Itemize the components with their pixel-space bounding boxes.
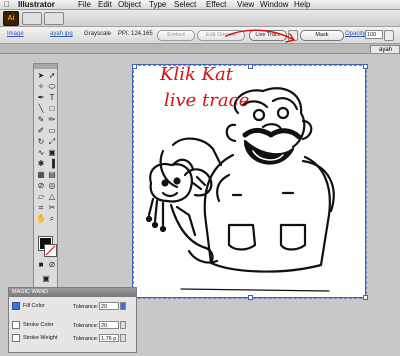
tools-panel-header[interactable] (34, 64, 57, 69)
handwritten-annotation: Klik Kat live trace (159, 29, 296, 111)
color-mode-label: Grayscale (84, 31, 112, 37)
fill-tolerance-label: Tolerance: (73, 304, 99, 310)
direct-selection-tool-icon[interactable]: ➚ (47, 71, 57, 81)
magic-wand-panel: MAGIC WAND Fill Color Tolerance: 20 Stro… (8, 287, 137, 353)
column-graph-tool-icon[interactable]: ▐ (47, 159, 57, 169)
menu-select[interactable]: Select (174, 0, 196, 9)
menu-type[interactable]: Type (149, 0, 166, 9)
slice-tool-icon[interactable]: ✂ (47, 203, 57, 213)
symbol-sprayer-tool-icon[interactable]: ✱ (36, 159, 46, 169)
annotation-line-2: live trace (164, 90, 249, 111)
none-mode-icon[interactable]: ⊘ (47, 260, 57, 270)
mask-button[interactable]: Mask (300, 30, 344, 41)
application-bar: Ai (0, 10, 400, 27)
illustrator-logo-icon: Ai (3, 11, 19, 26)
tools-panel: ➤ ➚ ✧ ⬭ ✒ T ╲ □ ✎ ✏ ✐ ▭ ↻ ⤢ ∿ ▣ ✱ ▐ ▦ ▤ … (33, 63, 58, 293)
weight-tolerance-input[interactable]: 1.76 p (99, 334, 119, 342)
stroke-tolerance-input[interactable]: 20 (99, 321, 119, 329)
menu-file[interactable]: File (78, 0, 91, 9)
opacity-label[interactable]: Opacity (345, 31, 365, 37)
weight-tolerance-dropdown[interactable] (120, 334, 126, 342)
menu-help[interactable]: Help (294, 0, 310, 9)
stroke-weight-checkbox[interactable] (12, 333, 20, 342)
opacity-dropdown[interactable] (384, 30, 394, 41)
live-paint-bucket-tool-icon[interactable]: ▱ (36, 192, 46, 202)
filename-link[interactable]: ayah.jpg (50, 31, 73, 37)
bridge-button[interactable] (22, 12, 42, 25)
line-tool-icon[interactable]: ╲ (36, 104, 46, 114)
mesh-tool-icon[interactable]: ▦ (36, 170, 46, 180)
hand-tool-icon[interactable]: ✋ (36, 214, 46, 224)
resize-handle[interactable] (363, 295, 368, 300)
paintbrush-tool-icon[interactable]: ✎ (36, 115, 46, 125)
resize-handle[interactable] (132, 64, 137, 69)
stroke-tolerance-dropdown[interactable] (120, 321, 126, 329)
resize-handle[interactable] (248, 295, 253, 300)
selection-tool-icon[interactable]: ➤ (36, 71, 46, 81)
menu-view[interactable]: View (237, 0, 254, 9)
image-link[interactable]: Image (7, 31, 24, 37)
lasso-tool-icon[interactable]: ⬭ (47, 82, 57, 92)
stroke-color-swatch[interactable] (44, 244, 57, 257)
eraser-tool-icon[interactable]: ▭ (47, 126, 57, 136)
stroke-weight-label: Stroke Weight (23, 335, 58, 341)
stroke-weight-row: Stroke Weight (12, 333, 57, 343)
live-paint-selection-tool-icon[interactable]: △ (47, 192, 57, 202)
annotation-arrow (225, 29, 295, 41)
gradient-tool-icon[interactable]: ▤ (47, 170, 57, 180)
app-name-menu[interactable]: Illustrator (18, 0, 55, 9)
warp-tool-icon[interactable]: ∿ (36, 148, 46, 158)
fill-color-checkbox[interactable] (12, 301, 20, 310)
stroke-color-row: Stroke Color (12, 320, 54, 330)
fill-tolerance-dropdown[interactable] (120, 302, 126, 310)
color-mode-icon[interactable]: ■ (36, 260, 46, 270)
stroke-color-label: Stroke Color (23, 322, 54, 328)
rectangle-tool-icon[interactable]: □ (47, 104, 57, 114)
document-tab[interactable]: ayah (370, 45, 400, 53)
fill-color-label: Fill Color (23, 303, 45, 309)
menu-window[interactable]: Window (260, 0, 288, 9)
zoom-tool-icon[interactable]: ⌕ (47, 214, 57, 224)
blend-tool-icon[interactable]: ◎ (47, 181, 57, 191)
menu-effect[interactable]: Effect (206, 0, 226, 9)
stroke-tolerance-label: Tolerance: (73, 323, 99, 329)
opacity-input[interactable]: 100 (365, 30, 383, 39)
menu-object[interactable]: Object (118, 0, 141, 9)
menu-edit[interactable]: Edit (98, 0, 112, 9)
menu-bar:  Illustrator File Edit Object Type Sele… (0, 0, 400, 10)
crop-area-tool-icon[interactable]: ⌗ (36, 203, 46, 213)
screen-mode-icon[interactable]: ▣ (41, 274, 51, 284)
ppi-label: PPI: 124.165 (118, 31, 153, 37)
apple-menu-icon[interactable]:  (4, 0, 10, 9)
type-tool-icon[interactable]: T (47, 93, 57, 103)
stroke-color-checkbox[interactable] (12, 320, 20, 329)
eyedropper-tool-icon[interactable]: ⊘ (36, 181, 46, 191)
magic-wand-tool-icon[interactable]: ✧ (36, 82, 46, 92)
fill-color-row: Fill Color (12, 301, 45, 311)
annotation-line-1: Klik Kat (159, 64, 234, 85)
pen-tool-icon[interactable]: ✒ (36, 93, 46, 103)
blob-brush-tool-icon[interactable]: ✐ (36, 126, 46, 136)
resize-handle[interactable] (363, 64, 368, 69)
magic-wand-panel-title[interactable]: MAGIC WAND (9, 288, 136, 297)
fill-tolerance-input[interactable]: 20 (99, 302, 119, 310)
weight-tolerance-label: Tolerance: (73, 336, 99, 342)
free-transform-tool-icon[interactable]: ▣ (47, 148, 57, 158)
pencil-tool-icon[interactable]: ✏ (47, 115, 57, 125)
scale-tool-icon[interactable]: ⤢ (47, 137, 57, 147)
rotate-tool-icon[interactable]: ↻ (36, 137, 46, 147)
arrange-documents-button[interactable] (44, 12, 64, 25)
